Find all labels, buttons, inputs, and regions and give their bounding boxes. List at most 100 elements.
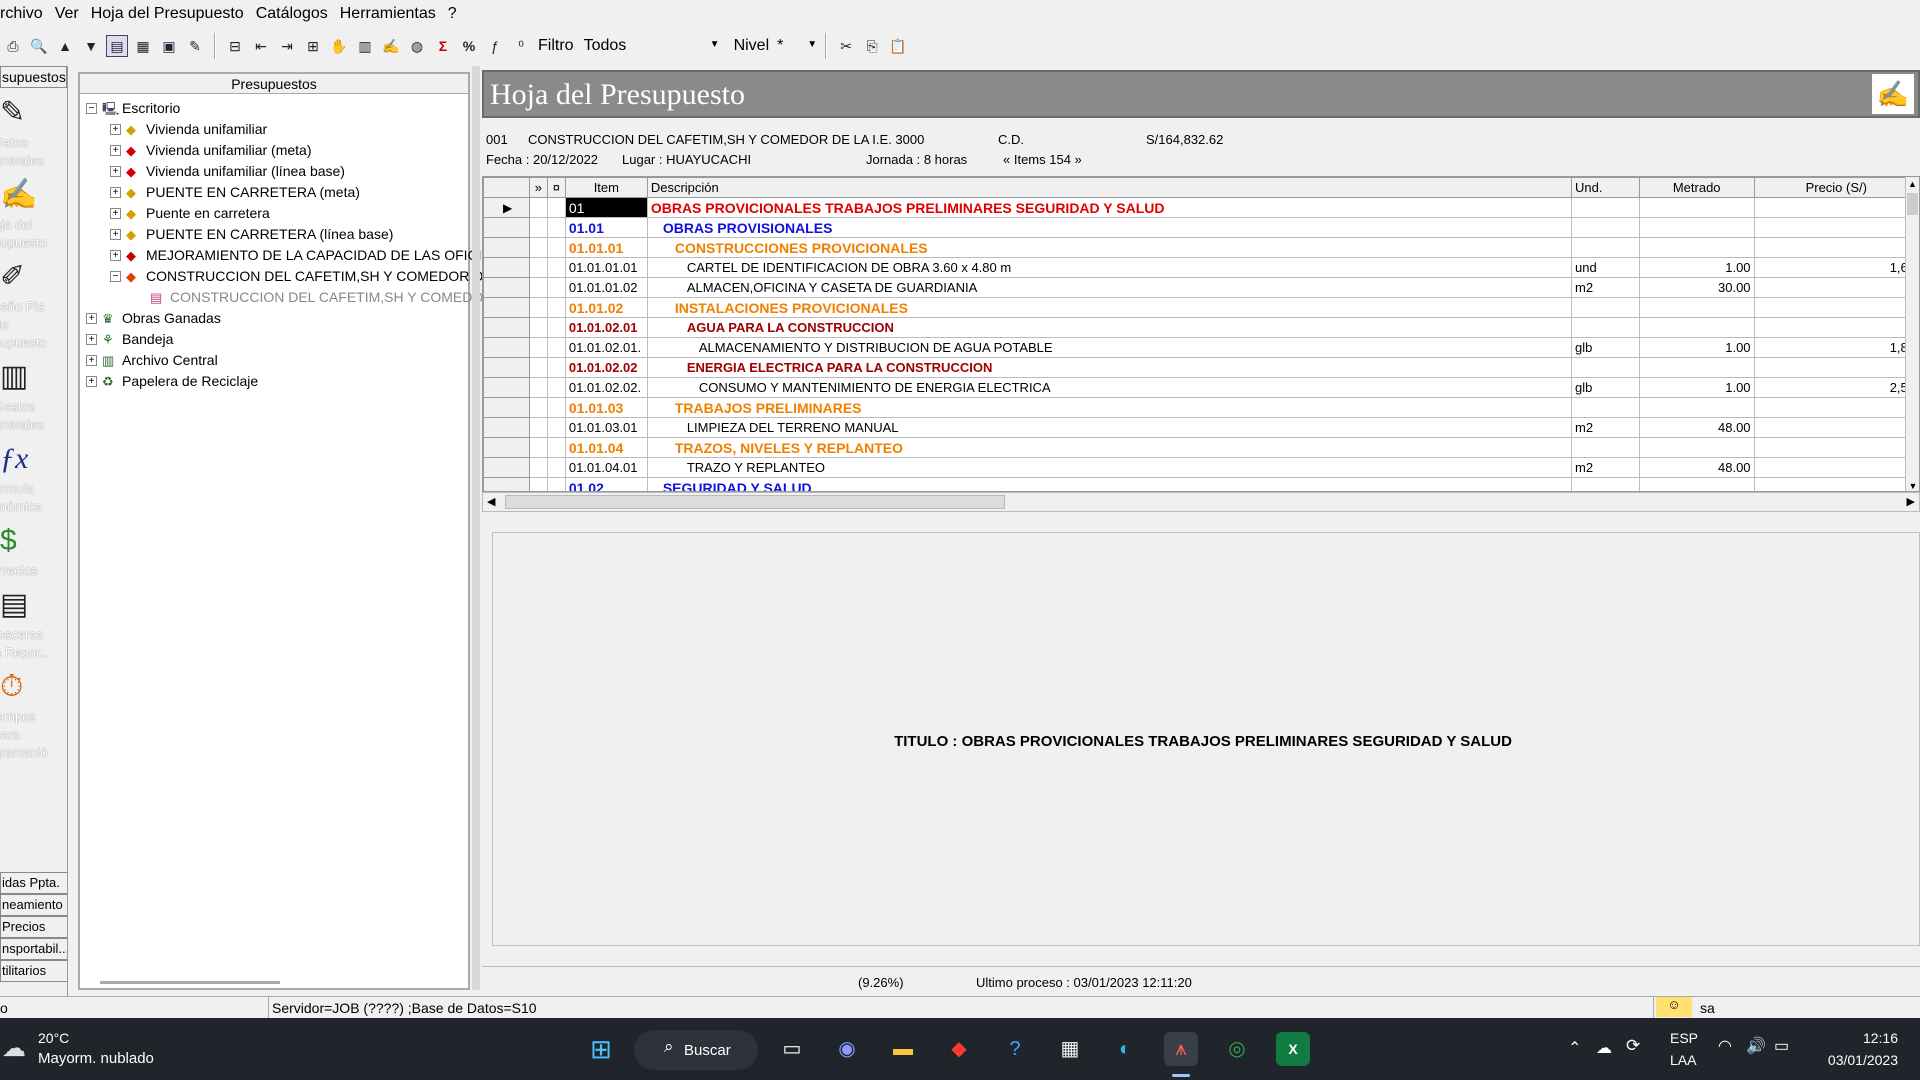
unit-cell[interactable] [1571,217,1640,238]
monitor-icon[interactable]: ▣ [158,35,180,57]
item-cell[interactable]: 01.01.02.02 [564,357,648,378]
expand-icon[interactable]: + [86,376,97,387]
description-cell[interactable]: OBRAS PROVICIONALES TRABAJOS PRELIMINARE… [646,197,1573,218]
table-row[interactable]: 01.01.03 TRABAJOS PRELIMINARES [483,397,1919,418]
description-cell[interactable]: TRABAJOS PRELIMINARES [646,397,1573,418]
expand-icon[interactable]: + [110,145,121,156]
move-up-icon[interactable]: ▲ [54,35,76,57]
description-cell[interactable]: LIMPIEZA DEL TERRENO MANUAL [646,417,1573,438]
quantity-cell[interactable]: 30.00 [1638,277,1755,298]
calculator-icon[interactable]: ▥ [354,35,376,57]
quantity-cell[interactable] [1638,437,1755,458]
item-cell[interactable]: 01.01.04.01 [564,457,648,478]
level-select[interactable]: * ▼ [773,34,820,58]
table-row[interactable]: 01.01.02 INSTALACIONES PROVICIONALES [483,297,1919,318]
tree-item-other[interactable]: + ♻ Papelera de Reciclaje [80,371,468,392]
unit-cell[interactable]: glb [1571,377,1640,398]
nav-header[interactable]: supuestos [0,66,67,88]
quantity-cell[interactable]: 48.00 [1638,417,1755,438]
task-view-icon[interactable]: ▭ [775,1032,809,1066]
sum-icon[interactable]: Σ [432,35,454,57]
flag-cell[interactable] [546,277,566,298]
item-cell[interactable]: 01.01.04 [564,437,648,458]
scroll-left-icon[interactable]: ◀ [487,495,495,508]
tree-item-budget[interactable]: + ◆ MEJORAMIENTO DE LA CAPACIDAD DE LAS OF… [80,245,492,266]
item-cell[interactable]: 01.01.02.02. [564,377,648,398]
filter-select[interactable]: Todos ▼ [579,34,722,58]
unit-header[interactable]: Und. [1571,177,1640,198]
expand-cell[interactable] [528,337,548,358]
weather-desc[interactable]: Mayorm. nublado [38,1050,154,1067]
volume-icon[interactable]: 🔊 [1746,1036,1766,1056]
scroll-down-icon[interactable]: ▼ [1906,479,1919,491]
flag-cell[interactable] [546,197,566,218]
expand-cell[interactable] [528,417,548,438]
quantity-cell[interactable]: 48.00 [1638,457,1755,478]
indent-icon[interactable]: ⇥ [276,35,298,57]
nav-item-6[interactable]: ▤ ibeceras a Repor... [0,586,67,662]
clock-time[interactable]: 12:16 [1863,1030,1898,1046]
menu-catalogos[interactable]: Catálogos [256,5,328,23]
chrome-icon[interactable]: ◎ [1220,1032,1254,1066]
quantity-cell[interactable]: 1.00 [1638,257,1755,278]
decimals-icon[interactable]: ⁰ [510,35,532,57]
collapse-icon[interactable]: − [86,103,97,114]
description-cell[interactable]: TRAZOS, NIVELES Y REPLANTEO [646,437,1573,458]
expand-icon[interactable]: + [110,124,121,135]
price-cell[interactable]: 9 [1753,277,1919,298]
description-cell[interactable]: ENERGIA ELECTRICA PARA LA CONSTRUCCION [646,357,1573,378]
move-down-icon[interactable]: ▼ [80,35,102,57]
description-header[interactable]: Descripción [646,177,1573,198]
battery-icon[interactable]: ▭ [1774,1036,1789,1056]
expand-cell[interactable] [528,437,548,458]
flag-header[interactable]: ¤ [546,177,566,198]
language-top[interactable]: ESP [1670,1030,1698,1046]
unit-cell[interactable]: glb [1571,337,1640,358]
description-cell[interactable]: OBRAS PROVISIONALES [646,217,1573,238]
hand-icon[interactable]: ✋ [328,35,350,57]
expand-icon[interactable]: + [110,166,121,177]
formula-icon[interactable]: ƒ [484,35,506,57]
unit-cell[interactable] [1571,437,1640,458]
item-cell[interactable]: 01.01.03 [564,397,648,418]
app-red-icon[interactable]: ◆ [942,1032,976,1066]
vertical-scrollbar[interactable]: ▲ ▼ [1905,177,1919,491]
wifi-icon[interactable]: ◠ [1718,1036,1732,1056]
description-cell[interactable]: AGUA PARA LA CONSTRUCCION [646,317,1573,338]
store-icon[interactable]: ▦ [1053,1032,1087,1066]
flag-cell[interactable] [546,437,566,458]
globe-icon[interactable]: ◍ [406,35,428,57]
quantity-cell[interactable] [1638,477,1755,491]
flag-cell[interactable] [546,457,566,478]
price-cell[interactable] [1753,357,1919,378]
nav-tab-2[interactable]: Precios [0,916,67,938]
item-cell[interactable]: 01.01.01.02 [564,277,648,298]
expand-cell[interactable] [528,357,548,378]
preview-icon[interactable]: 🔍 [28,35,50,57]
price-cell[interactable] [1753,477,1919,491]
expand-icon[interactable]: + [86,355,97,366]
quantity-cell[interactable] [1638,197,1755,218]
table-row[interactable]: 01.01.02.01 AGUA PARA LA CONSTRUCCION [483,317,1919,338]
item-cell[interactable]: 01 [564,197,648,218]
search-button[interactable]: ⌕ Buscar [634,1030,758,1070]
flag-cell[interactable] [546,217,566,238]
chevron-up-icon[interactable]: ⌃ [1568,1038,1581,1058]
unit-cell[interactable] [1571,317,1640,338]
nav-item-0[interactable]: ✎ Datos enerales [0,94,67,170]
description-cell[interactable]: CARTEL DE IDENTIFICACION DE OBRA 3.60 x … [646,257,1573,278]
print-icon[interactable]: ⎙ [2,35,24,57]
hierarchy-icon[interactable]: ⊞ [302,35,324,57]
nav-item-3[interactable]: ▥ Gastos enerales [0,358,67,434]
nav-tab-1[interactable]: neamiento [0,894,67,916]
unit-cell[interactable] [1571,297,1640,318]
tree-item-other[interactable]: + ⚘ Bandeja [80,329,468,350]
description-cell[interactable]: ALMACENAMIENTO Y DISTRIBUCION DE AGUA PO… [646,337,1573,358]
expand-header[interactable]: » [528,177,548,198]
description-cell[interactable]: CONSUMO Y MANTENIMIENTO DE ENERGIA ELECT… [646,377,1573,398]
nav-item-4[interactable]: ƒx órmula linómica [0,440,67,516]
price-cell[interactable]: 1,80 [1753,337,1919,358]
price-cell[interactable]: 2,55 [1753,377,1919,398]
expand-cell[interactable] [528,317,548,338]
tree-item-budget[interactable]: + ◆ PUENTE EN CARRETERA (línea base) [80,224,468,245]
